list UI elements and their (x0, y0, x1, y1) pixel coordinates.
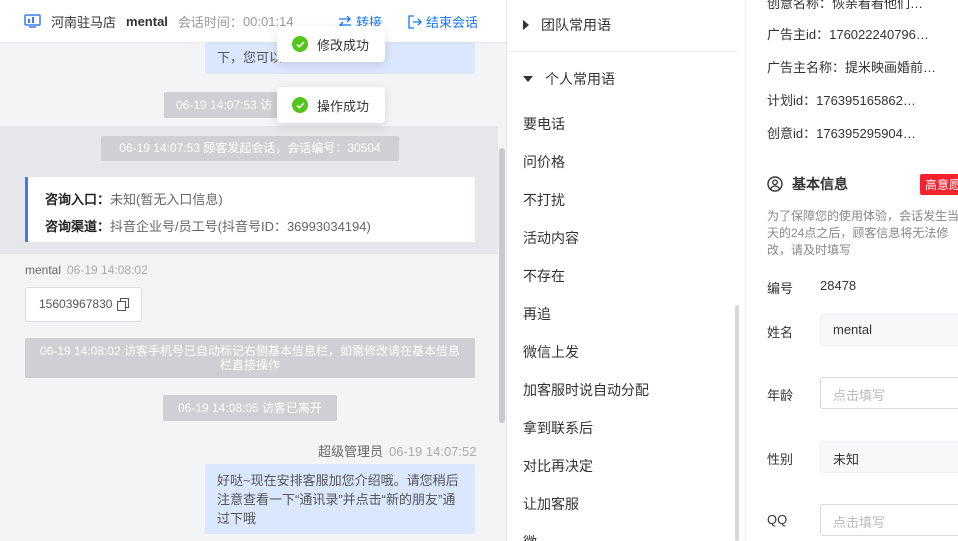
message-text: 下，您可以 (217, 50, 283, 65)
end-session-label: 结束会话 (426, 15, 479, 30)
visitor-phone-message[interactable]: 15603967830 (25, 287, 142, 322)
monitor-icon (24, 14, 41, 28)
name-label: 姓名 (767, 325, 794, 340)
channel-label: 咨询渠道： (45, 219, 111, 234)
phrase-item[interactable]: 微 (523, 532, 537, 541)
basic-info-title: 基本信息 (767, 174, 848, 194)
qq-label: QQ (767, 512, 788, 527)
phrase-item[interactable]: 不打扰 (523, 190, 565, 210)
user-circle-icon (767, 176, 783, 192)
intent-tag[interactable]: 高意愿 (920, 174, 958, 195)
visitor-time: 06-19 14:08:02 (67, 263, 148, 277)
phrase-item[interactable]: 微信上发 (523, 342, 579, 362)
name-field[interactable]: mental (820, 314, 958, 346)
app-root: 河南驻马店 mental 会话时间： 00:01:14 转接 结束会话 下，您可… (0, 0, 958, 541)
plan-id: 计划id：176395165862… (767, 93, 916, 108)
check-icon (292, 97, 308, 113)
phrase-item[interactable]: 活动内容 (523, 228, 579, 248)
system-message-text: 06-19 14:07:53 顾客发起会话，会话编号：30504 (119, 141, 381, 155)
age-field[interactable]: 点击填写 (820, 377, 958, 409)
phrase-item[interactable]: 对比再决定 (523, 456, 593, 476)
chat-header: 河南驻马店 mental 会话时间： 00:01:14 转接 结束会话 (0, 0, 506, 42)
toast-text: 修改成功 (317, 37, 370, 53)
personal-phrases-group[interactable]: 个人常用语 (523, 69, 615, 89)
system-message-text: 06-19 14:08:02 访客手机号已自动标记右侧基本信息栏，如需修改请在基… (39, 344, 461, 372)
entry-value: 未知(暂无入口信息) (110, 192, 223, 207)
phone-text: 15603967830 (39, 297, 113, 311)
agent-time: 06-19 14:07:52 (389, 444, 477, 459)
agent-name: 超级管理员 (318, 444, 384, 459)
number-label: 编号 (767, 281, 794, 296)
phrase-item[interactable]: 拿到联系后 (523, 418, 593, 438)
age-label: 年龄 (767, 388, 794, 403)
copy-icon[interactable] (117, 298, 129, 311)
phrase-item[interactable]: 再追 (523, 304, 551, 324)
system-message-text: 06-19 14:07:53 访 (176, 98, 273, 112)
group-label: 团队常用语 (541, 17, 611, 33)
gender-label: 性别 (767, 452, 794, 467)
channel-row: 咨询渠道：抖音企业号/员工号(抖音号ID：36993034194) (45, 213, 458, 240)
chat-scrollbar[interactable] (499, 148, 505, 423)
phrase-item[interactable]: 让加客服 (523, 494, 579, 514)
channel-value: 抖音企业号/员工号(抖音号ID：36993034194) (110, 219, 371, 234)
system-message: 06-19 14:07:53 顾客发起会话，会话编号：30504 (101, 136, 399, 161)
number-value: 28478 (820, 278, 857, 293)
entry-row: 咨询入口：未知(暂无入口信息) (45, 186, 458, 213)
exit-icon (408, 14, 422, 29)
creative-id: 创意id：176395295904… (767, 126, 916, 141)
phrase-item[interactable]: 问价格 (523, 152, 565, 172)
creative-name: 创意名称：恢亲看看他们… (767, 0, 924, 11)
entry-label: 咨询入口： (45, 192, 111, 207)
phrase-item[interactable]: 不存在 (523, 266, 565, 286)
session-time-label: 会话时间： (177, 14, 243, 30)
toast-success: 操作成功 (277, 87, 386, 123)
agent-message-bubble: 好哒~现在安排客服加您介绍哦。请您稍后注意查看一下“通讯录”并点击“新的朋友”通… (205, 464, 475, 534)
caret-down-icon (523, 76, 533, 82)
advertiser-id: 广告主id：176022240796… (767, 27, 929, 42)
visitor-name: mental (25, 263, 62, 277)
end-session-button[interactable]: 结束会话 (408, 12, 478, 31)
system-message: 06-19 14:08:05 访客已离开 (163, 395, 337, 421)
message-text: 好哒~现在安排客服加您介绍哦。请您稍后注意查看一下“通讯录”并点击“新的朋友”通… (217, 473, 459, 526)
phrase-item[interactable]: 要电话 (523, 114, 565, 134)
caret-right-icon (523, 20, 529, 30)
section-title-text: 基本信息 (792, 176, 848, 192)
gender-select[interactable]: 未知 (820, 441, 958, 473)
consult-info-card: 咨询入口：未知(暂无入口信息) 咨询渠道：抖音企业号/员工号(抖音号ID：369… (25, 177, 475, 242)
chat-panel: 河南驻马店 mental 会话时间： 00:01:14 转接 结束会话 下，您可… (0, 0, 507, 541)
customer-name: mental (126, 13, 168, 29)
edit-notice: 为了保障您的使用体验，会话发生当天的24点之后，顾客信息将无法修改，请及时填写 (767, 209, 958, 257)
qq-field[interactable]: 点击填写 (820, 504, 958, 536)
phrases-scrollbar[interactable] (735, 305, 739, 541)
agent-sender-line: 超级管理员 06-19 14:07:52 (318, 441, 476, 460)
toast-success: 修改成功 (277, 26, 386, 62)
phrase-item[interactable]: 加客服时说自动分配 (523, 380, 649, 400)
system-message-text: 06-19 14:08:05 访客已离开 (177, 401, 323, 415)
quick-phrases-panel: 团队常用语 个人常用语 要电话 问价格 不打扰 活动内容 不存在 再追 微信上发… (507, 0, 746, 541)
team-phrases-group[interactable]: 团队常用语 (523, 15, 611, 35)
visitor-sender-line: mental 06-19 14:08:02 (25, 263, 148, 277)
store-name: 河南驻马店 (51, 14, 117, 30)
group-label: 个人常用语 (545, 71, 615, 87)
customer-info-panel: 创意名称：恢亲看看他们… 广告主id：176022240796… 广告主名称：提… (747, 0, 958, 541)
divider (507, 51, 739, 52)
check-icon (292, 36, 308, 52)
system-message: 06-19 14:08:02 访客手机号已自动标记右侧基本信息栏，如需修改请在基… (25, 338, 475, 378)
toast-text: 操作成功 (317, 98, 370, 114)
advertiser-name: 广告主名称：提米映画婚前… (767, 60, 937, 75)
